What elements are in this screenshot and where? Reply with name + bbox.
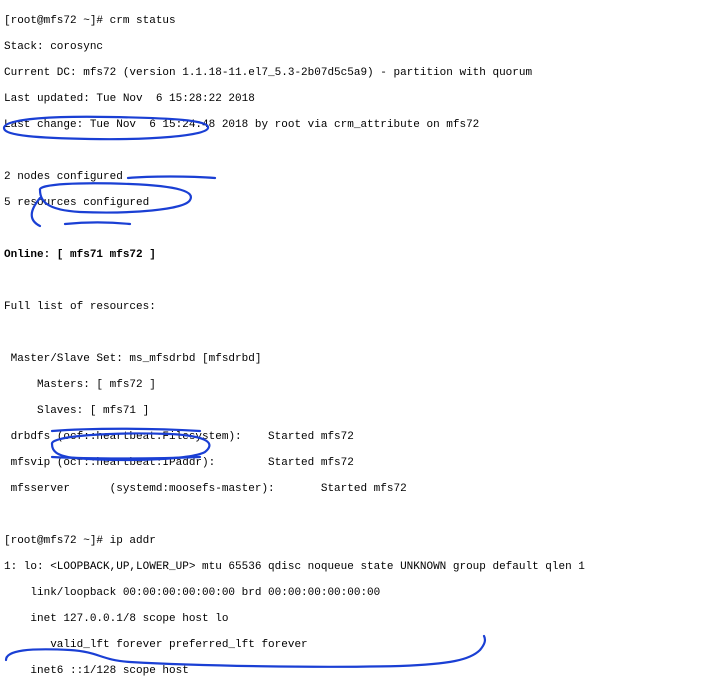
current-dc-line: Current DC: mfs72 (version 1.1.18-11.el7… [4, 67, 708, 80]
blank-line [4, 327, 708, 340]
last-updated-line: Last updated: Tue Nov 6 15:28:22 2018 [4, 93, 708, 106]
blank-line [4, 145, 708, 158]
blank-line [4, 223, 708, 236]
blank-line [4, 275, 708, 288]
ip-lo-link: link/loopback 00:00:00:00:00:00 brd 00:0… [4, 587, 708, 600]
blank-line [4, 509, 708, 522]
terminal-output: [root@mfs72 ~]# crm status Stack: corosy… [0, 0, 712, 676]
resources-configured-line: 5 resources configured [4, 197, 708, 210]
ip-lo-inet: inet 127.0.0.1/8 scope host lo [4, 613, 708, 626]
drbdfs-resource-line: drbdfs (ocf::heartbeat:Filesystem): Star… [4, 431, 708, 444]
stack-line: Stack: corosync [4, 41, 708, 54]
full-list-header: Full list of resources: [4, 301, 708, 314]
prompt-crm-status: [root@mfs72 ~]# crm status [4, 15, 708, 28]
online-nodes-line: Online: [ mfs71 mfs72 ] [4, 249, 708, 262]
mfsvip-resource-line: mfsvip (ocf::heartbeat:IPaddr): Started … [4, 457, 708, 470]
nodes-configured-line: 2 nodes configured [4, 171, 708, 184]
ip-lo-valid: valid_lft forever preferred_lft forever [4, 639, 708, 652]
master-slave-set-line: Master/Slave Set: ms_mfsdrbd [mfsdrbd] [4, 353, 708, 366]
slaves-line: Slaves: [ mfs71 ] [4, 405, 708, 418]
last-change-line: Last change: Tue Nov 6 15:24:48 2018 by … [4, 119, 708, 132]
prompt-ip-addr: [root@mfs72 ~]# ip addr [4, 535, 708, 548]
mfsserver-resource-line: mfsserver (systemd:moosefs-master): Star… [4, 483, 708, 496]
ip-lo-header: 1: lo: <LOOPBACK,UP,LOWER_UP> mtu 65536 … [4, 561, 708, 574]
masters-line: Masters: [ mfs72 ] [4, 379, 708, 392]
